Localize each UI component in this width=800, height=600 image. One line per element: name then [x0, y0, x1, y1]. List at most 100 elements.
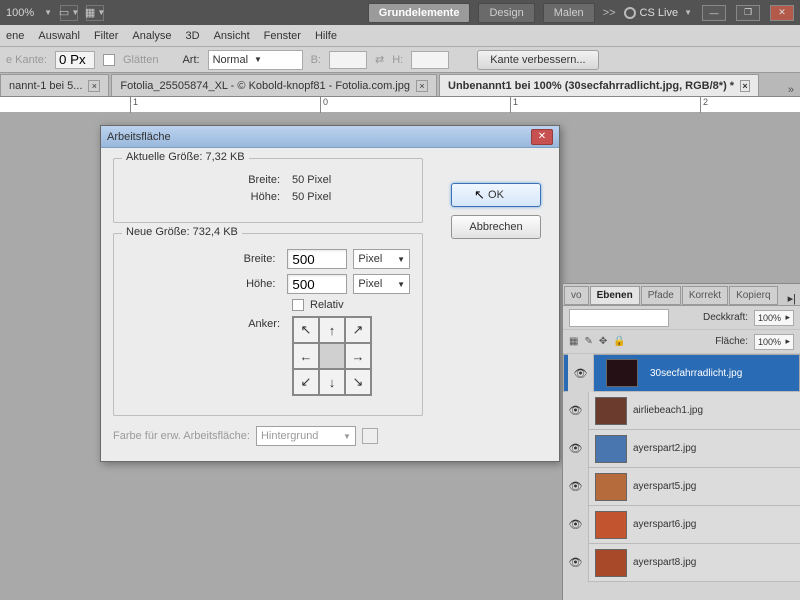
- layer-name: ayerspart6.jpg: [633, 519, 696, 530]
- cancel-button[interactable]: Abbrechen: [451, 215, 541, 239]
- workspace-more[interactable]: >>: [603, 7, 616, 19]
- height-input: [411, 51, 449, 69]
- new-width-input[interactable]: [287, 249, 347, 269]
- visibility-icon[interactable]: 👁: [563, 506, 589, 544]
- close-button[interactable]: ✕: [770, 5, 794, 21]
- menu-item[interactable]: 3D: [186, 30, 200, 42]
- layer-row[interactable]: 👁ayerspart5.jpg: [563, 468, 800, 506]
- new-height-input[interactable]: [287, 274, 347, 294]
- extension-color-label: Farbe für erw. Arbeitsfläche:: [113, 430, 250, 442]
- extension-color-select[interactable]: Hintergrund▼: [256, 426, 356, 446]
- dialog-titlebar[interactable]: Arbeitsfläche ✕: [101, 126, 559, 148]
- document-tab[interactable]: Fotolia_25505874_XL - © Kobold-knopf81 -…: [111, 74, 437, 96]
- brush-icon: ✎: [584, 336, 592, 347]
- layer-name: airliebeach1.jpg: [633, 405, 703, 416]
- refine-edge-button[interactable]: Kante verbessern...: [477, 50, 598, 70]
- layer-thumbnail[interactable]: [595, 473, 627, 501]
- feather-input[interactable]: [55, 51, 95, 69]
- layer-name: ayerspart2.jpg: [633, 443, 696, 454]
- layer-thumbnail[interactable]: [595, 397, 627, 425]
- menu-item[interactable]: Analyse: [132, 30, 171, 42]
- zoom-level[interactable]: 100%: [6, 7, 34, 19]
- cursor-icon: ↖: [474, 187, 485, 203]
- width-label: B:: [311, 54, 321, 66]
- move-icon: ✥: [599, 336, 607, 347]
- color-swatch[interactable]: [362, 428, 378, 444]
- cs-live-button[interactable]: CS Live▼: [624, 7, 692, 19]
- anchor-label: Anker:: [126, 316, 286, 330]
- layer-thumbnail[interactable]: [595, 549, 627, 577]
- minimize-button[interactable]: —: [702, 5, 726, 21]
- workspace-paint-button[interactable]: Malen: [543, 3, 595, 23]
- layer-row[interactable]: 👁 ayerspart8.jpg: [563, 544, 800, 582]
- antialias-checkbox[interactable]: [103, 54, 115, 66]
- panel-tabs: vo Ebenen Pfade Korrekt Kopierq ▸|: [563, 284, 800, 306]
- ok-button[interactable]: OK ↖: [451, 183, 541, 207]
- menu-item[interactable]: Auswahl: [38, 30, 80, 42]
- workspace-design-button[interactable]: Design: [478, 3, 534, 23]
- screen-mode-icon[interactable]: ▭▼: [60, 5, 78, 21]
- menu-item[interactable]: Ansicht: [214, 30, 250, 42]
- width-unit-select[interactable]: Pixel▼: [353, 249, 410, 269]
- layer-thumbnail[interactable]: [606, 359, 638, 387]
- layer-row[interactable]: 👁30secfahrradlicht.jpg: [563, 354, 800, 392]
- new-width-label: Breite:: [126, 253, 281, 265]
- workspace-essentials-button[interactable]: Grundelemente: [368, 3, 471, 23]
- close-icon[interactable]: ×: [740, 80, 750, 92]
- panel-tab-layers[interactable]: Ebenen: [590, 286, 640, 305]
- anchor-grid[interactable]: ↖↑↗ ←→ ↙↓↘: [292, 316, 372, 396]
- layers-panel: vo Ebenen Pfade Korrekt Kopierq ▸| Deckk…: [562, 283, 800, 600]
- app-toolbar: 100%▼ ▭▼ ▦▼ Grundelemente Design Malen >…: [0, 0, 800, 25]
- canvas-size-dialog: Arbeitsfläche ✕ OK ↖ Abbrechen Aktuelle …: [100, 125, 560, 462]
- visibility-icon[interactable]: 👁: [563, 430, 589, 468]
- layer-thumbnail[interactable]: [595, 435, 627, 463]
- lock-icon: 🔒: [613, 336, 625, 347]
- height-label: H:: [392, 54, 403, 66]
- antialias-label: Glätten: [123, 54, 158, 66]
- document-tab[interactable]: Unbenannt1 bei 100% (30secfahrradlicht.j…: [439, 74, 759, 96]
- menu-item[interactable]: Filter: [94, 30, 118, 42]
- horizontal-ruler: 1 0 1 2: [0, 97, 800, 113]
- fill-label: Fläche:: [715, 336, 748, 347]
- fill-input[interactable]: 100%▸: [754, 334, 794, 350]
- blend-mode-select[interactable]: [569, 309, 669, 327]
- menu-item[interactable]: ene: [6, 30, 24, 42]
- visibility-icon[interactable]: 👁: [563, 544, 589, 582]
- arrange-icon[interactable]: ▦▼: [86, 5, 104, 21]
- document-tab[interactable]: nannt-1 bei 5...×: [0, 74, 109, 96]
- dialog-close-button[interactable]: ✕: [531, 129, 553, 145]
- menu-item[interactable]: Hilfe: [315, 30, 337, 42]
- panel-tab[interactable]: vo: [564, 286, 589, 305]
- layer-row[interactable]: 👁 ayerspart6.jpg: [563, 506, 800, 544]
- relative-checkbox[interactable]: [292, 299, 304, 311]
- layer-row[interactable]: 👁 ayerspart2.jpg: [563, 430, 800, 468]
- height-unit-select[interactable]: Pixel▼: [353, 274, 410, 294]
- visibility-icon[interactable]: 👁: [568, 354, 594, 392]
- width-input: [329, 51, 367, 69]
- new-size-legend: Neue Größe: 732,4 KB: [122, 226, 242, 238]
- opacity-input[interactable]: 100%▸: [754, 310, 794, 326]
- maximize-button[interactable]: ❐: [736, 5, 760, 21]
- panel-menu-icon[interactable]: ▸|: [784, 292, 800, 305]
- panel-tab[interactable]: Kopierq: [729, 286, 777, 305]
- layer-row[interactable]: 👁 airliebeach1.jpg: [563, 392, 800, 430]
- visibility-icon[interactable]: 👁: [563, 468, 589, 506]
- lock-transparent-icon: ▦: [569, 336, 578, 347]
- lock-icons[interactable]: ▦ ✎ ✥ 🔒: [569, 336, 626, 347]
- style-select[interactable]: Normal▼: [208, 50, 303, 70]
- visibility-icon[interactable]: 👁: [563, 392, 589, 430]
- close-icon[interactable]: ×: [416, 80, 428, 92]
- options-bar: e Kante: Glätten Art: Normal▼ B: ⇄ H: Ka…: [0, 47, 800, 73]
- current-width-label: Breite:: [126, 174, 286, 186]
- opacity-label: Deckkraft:: [703, 312, 748, 323]
- current-width-value: 50 Pixel: [292, 174, 331, 186]
- menu-item[interactable]: Fenster: [264, 30, 301, 42]
- panel-tab[interactable]: Korrekt: [682, 286, 728, 305]
- layer-name: ayerspart8.jpg: [633, 557, 696, 568]
- layer-thumbnail[interactable]: [595, 511, 627, 539]
- current-size-legend: Aktuelle Größe: 7,32 KB: [122, 151, 249, 163]
- relative-label: Relativ: [310, 299, 344, 311]
- tabs-overflow[interactable]: »: [782, 84, 800, 96]
- panel-tab[interactable]: Pfade: [641, 286, 681, 305]
- close-icon[interactable]: ×: [88, 80, 100, 92]
